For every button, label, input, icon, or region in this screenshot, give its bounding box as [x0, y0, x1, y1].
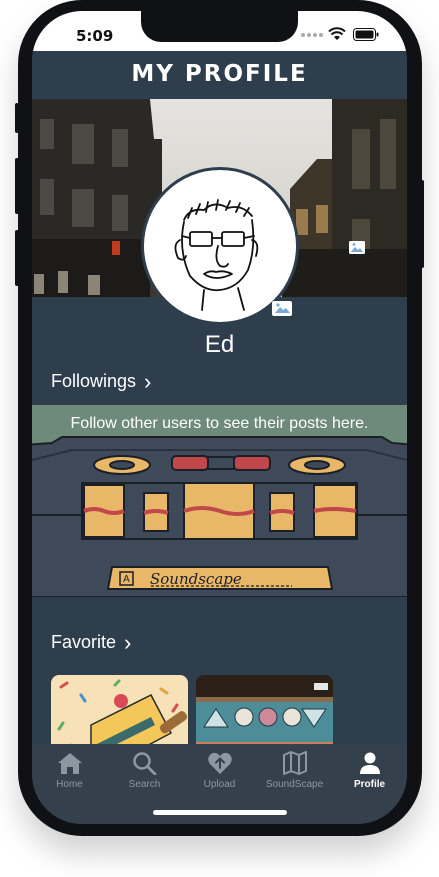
tab-home-label: Home [56, 779, 83, 790]
followings-header[interactable]: Followings › [51, 368, 152, 394]
chevron-right-icon: › [144, 368, 152, 394]
edit-avatar-image-icon[interactable] [271, 300, 293, 317]
power-button [420, 180, 424, 268]
upload-heart-icon [207, 752, 232, 774]
favorite-header[interactable]: Favorite › [51, 629, 132, 655]
tab-search-label: Search [128, 779, 161, 790]
volume-down-button [15, 230, 19, 286]
profile-icon [359, 752, 380, 774]
home-indicator[interactable] [153, 810, 287, 815]
followings-empty-message: Follow other users to see their posts he… [70, 415, 369, 432]
tab-profile[interactable]: Profile [332, 744, 407, 824]
tab-soundscape-label: SoundScape [265, 779, 324, 790]
battery-icon [353, 28, 379, 41]
profile-username: Ed [204, 331, 235, 358]
followings-label: Followings [51, 371, 137, 391]
tab-home[interactable]: Home [32, 744, 107, 824]
map-icon [282, 751, 307, 775]
silent-switch [15, 103, 19, 133]
edit-cover-image-icon[interactable] [348, 240, 366, 255]
page-title: MY PROFILE [131, 61, 308, 87]
tab-profile-label: Profile [353, 779, 386, 790]
signal-dots-icon [301, 33, 323, 37]
favorite-label: Favorite [51, 632, 117, 652]
notch [141, 11, 298, 42]
tab-upload-label: Upload [203, 779, 236, 790]
volume-up-button [15, 158, 19, 214]
app-screen: 5:09 MY PROFILE Ed Followings › Follow o… [32, 11, 407, 824]
cassette-side-label: A [123, 574, 130, 585]
home-icon [57, 753, 82, 774]
cassette-title-label: Soundscape [150, 570, 242, 588]
search-icon [132, 752, 156, 775]
status-time: 5:09 [76, 27, 114, 45]
cassette-illustration [32, 436, 407, 597]
followings-empty-banner: Follow other users to see their posts he… [32, 405, 407, 597]
wifi-icon [328, 27, 346, 40]
chevron-right-icon: › [124, 629, 132, 655]
